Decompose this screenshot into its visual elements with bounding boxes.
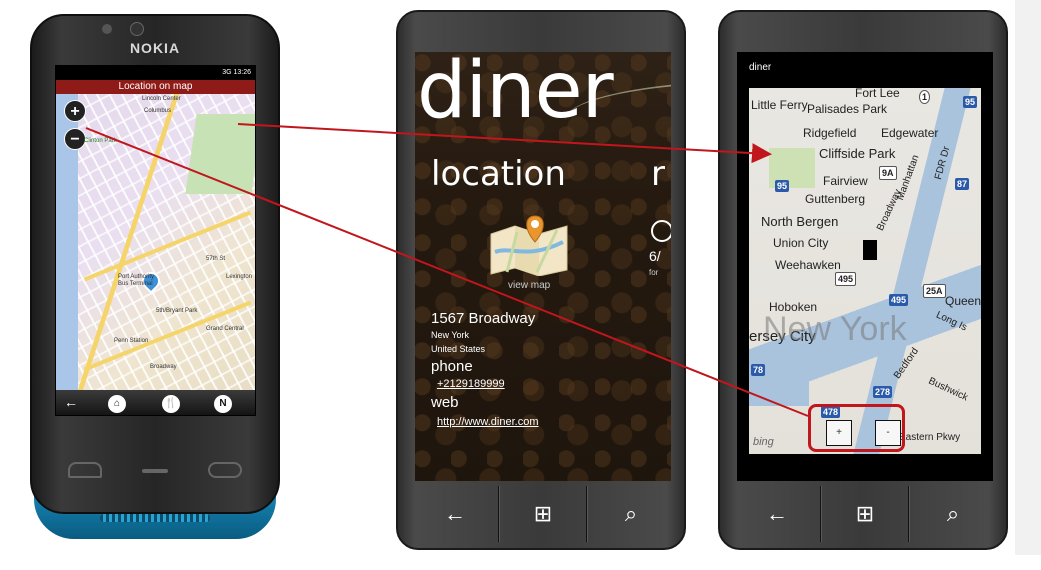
zoom-out-button[interactable]: − bbox=[64, 128, 86, 150]
zoom-in-button[interactable]: + bbox=[64, 100, 86, 122]
back-button[interactable]: ← bbox=[734, 486, 820, 542]
map-label: Clinton Park bbox=[84, 138, 117, 144]
home-icon[interactable]: ⌂ bbox=[108, 395, 126, 413]
map-label: Guttenberg bbox=[805, 192, 866, 206]
screen-title: Location on map bbox=[56, 80, 255, 94]
pivot-header-next[interactable]: r bbox=[651, 154, 665, 194]
route-shield: 9A bbox=[879, 166, 897, 180]
windows-phone-map: diner Fort Lee Little Ferry Palisades Pa… bbox=[718, 10, 1008, 550]
address-line: 1567 Broadway bbox=[431, 310, 536, 327]
map-label-new-york: New York bbox=[763, 310, 907, 348]
bing-logo: bing bbox=[753, 436, 774, 448]
front-camera bbox=[130, 22, 144, 36]
call-key[interactable] bbox=[68, 462, 102, 478]
map-label: Bushwick bbox=[926, 375, 970, 404]
route-shield: 495 bbox=[835, 272, 857, 286]
map-label: Weehawken bbox=[775, 258, 841, 272]
menu-key[interactable] bbox=[142, 469, 168, 473]
nokia-phone: NOKIA 3G 13:26 Location on map + − Linco… bbox=[30, 14, 280, 539]
map-label: Port Authority Bus Terminal bbox=[118, 274, 155, 287]
map-label: Palisades Park bbox=[807, 102, 888, 116]
web-link[interactable]: http://www.diner.com bbox=[437, 416, 539, 428]
map-label: Ridgefield bbox=[803, 126, 857, 140]
clock-icon bbox=[651, 220, 671, 242]
route-shield: 25A bbox=[923, 284, 946, 298]
map-label: Grand Central bbox=[206, 326, 244, 332]
map-label: Lexington bbox=[226, 274, 253, 280]
hardware-buttons: ← ⊞ ⌕ bbox=[720, 478, 1006, 548]
phone-link[interactable]: +2129189999 bbox=[437, 378, 505, 390]
comparison-stage: NOKIA 3G 13:26 Location on map + − Linco… bbox=[0, 0, 1041, 570]
web-label: web bbox=[431, 394, 459, 411]
route-shield: 95 bbox=[963, 96, 978, 108]
pivot-header-location[interactable]: location bbox=[431, 154, 566, 194]
button-separator bbox=[908, 486, 909, 542]
map-label: 57th St bbox=[206, 256, 226, 262]
map-label: Fort Lee bbox=[855, 88, 900, 100]
phone-label: phone bbox=[431, 358, 473, 375]
restaurant-icon[interactable]: 🍴 bbox=[162, 395, 180, 413]
details-screen: diner location r view map 1567 Broadway … bbox=[415, 52, 671, 481]
route-shield: 87 bbox=[955, 178, 970, 190]
map-label: Little Ferry bbox=[751, 98, 808, 112]
nokia-screen: 3G 13:26 Location on map + − Lincoln Cen… bbox=[55, 65, 256, 416]
back-button[interactable]: ← bbox=[412, 486, 498, 542]
route-shield: 495 bbox=[889, 294, 909, 306]
map-label: 5th/Bryant Park bbox=[156, 308, 198, 314]
peek-sub: for bbox=[649, 268, 659, 277]
map-label: Broadway bbox=[150, 364, 177, 370]
crosstown-road bbox=[83, 210, 252, 282]
map-icon[interactable] bbox=[487, 212, 573, 276]
map-label: Broadway bbox=[875, 187, 904, 233]
button-separator bbox=[820, 486, 821, 542]
windows-start-button[interactable]: ⊞ bbox=[822, 486, 908, 542]
hudson-river bbox=[853, 88, 971, 454]
map-label: Lincoln Center bbox=[142, 96, 181, 102]
map-label: Penn Station bbox=[114, 338, 149, 344]
background-strip bbox=[1015, 0, 1041, 555]
route-shield: 95 bbox=[775, 180, 790, 192]
address-city: New York bbox=[431, 330, 470, 340]
windows-start-button[interactable]: ⊞ bbox=[500, 486, 586, 542]
hardware-buttons: ← ⊞ ⌕ bbox=[398, 478, 684, 548]
map-label: Columbus bbox=[144, 108, 172, 114]
route-shield: 78 bbox=[751, 364, 766, 376]
windows-phone-details: diner location r view map 1567 Broadway … bbox=[396, 10, 686, 550]
central-park bbox=[185, 114, 255, 194]
bottom-toolbar: ← ⌂ 🍴 N bbox=[56, 390, 255, 415]
map-label: Cliffside Park bbox=[819, 146, 896, 161]
bing-map[interactable]: Fort Lee Little Ferry Palisades Park Rid… bbox=[749, 88, 981, 454]
map-label: Eastern Pkwy bbox=[899, 432, 961, 443]
camera-key[interactable] bbox=[208, 462, 242, 478]
nokia-logo: NOKIA bbox=[129, 40, 181, 56]
app-title: diner bbox=[417, 52, 614, 136]
map-label: Union City bbox=[773, 236, 829, 250]
button-separator bbox=[498, 486, 499, 542]
front-sensor bbox=[102, 24, 112, 34]
zoom-controls-highlight bbox=[808, 404, 905, 452]
view-map-link[interactable]: view map bbox=[508, 280, 550, 291]
address-country: United States bbox=[431, 344, 486, 354]
map-label: Long Is bbox=[934, 309, 969, 334]
city-map[interactable]: + − Lincoln Center Columbus Clinton Park… bbox=[56, 94, 255, 390]
map-label: Fairview bbox=[823, 174, 868, 188]
route-shield: 278 bbox=[873, 386, 893, 398]
status-bar: 3G 13:26 bbox=[56, 66, 255, 80]
search-button[interactable]: ⌕ bbox=[588, 486, 674, 542]
search-button[interactable]: ⌕ bbox=[910, 486, 996, 542]
back-arrow-icon[interactable]: ← bbox=[64, 394, 78, 410]
page-title: diner bbox=[749, 62, 772, 73]
map-label: Queen bbox=[945, 294, 981, 308]
map-label: North Bergen bbox=[761, 214, 839, 229]
location-marker[interactable] bbox=[863, 240, 877, 260]
speaker-grille bbox=[100, 514, 210, 522]
peek-hours: 6/ bbox=[649, 248, 661, 264]
route-shield-1: 1 bbox=[919, 90, 931, 104]
map-label: Edgewater bbox=[881, 126, 939, 140]
button-separator bbox=[586, 486, 587, 542]
compass-icon[interactable]: N bbox=[214, 395, 232, 413]
